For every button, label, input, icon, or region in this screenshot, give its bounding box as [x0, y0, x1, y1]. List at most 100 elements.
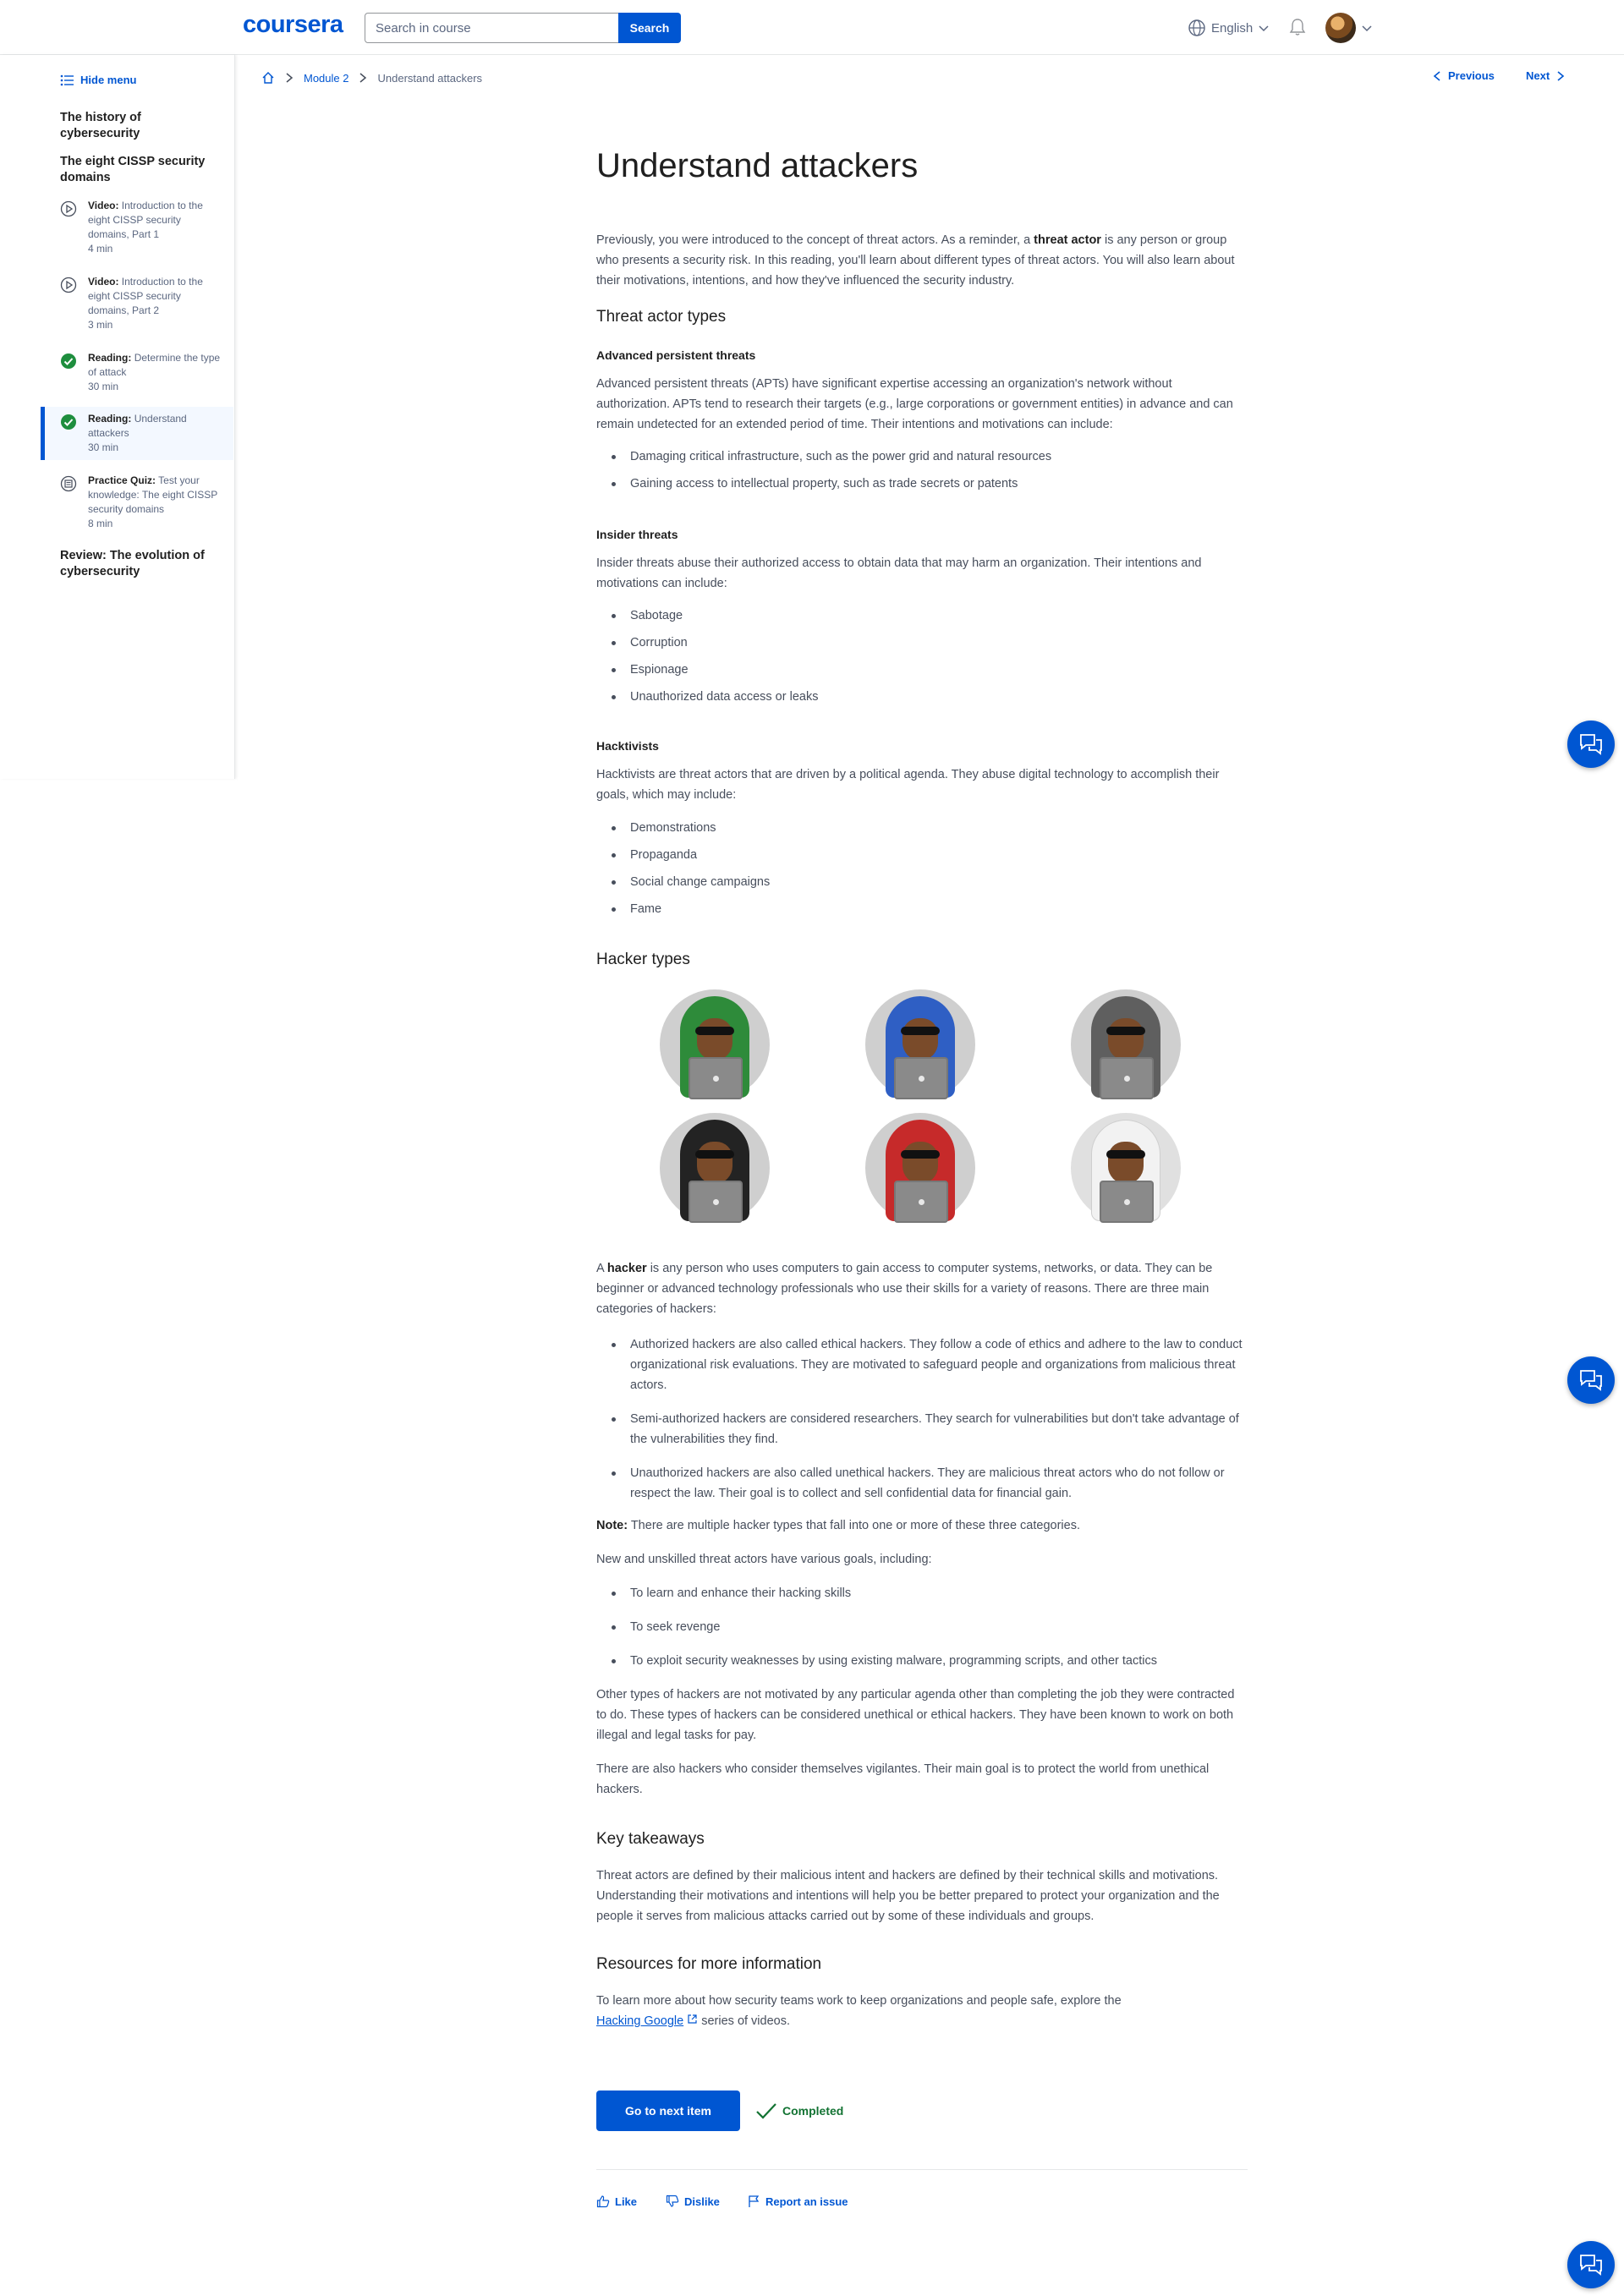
sidebar-item-practice-quiz[interactable]: Practice Quiz: Test your knowledge: The …: [42, 474, 235, 531]
quiz-icon: [60, 475, 77, 492]
course-sidebar: Hide menu The history of cybersecurity T…: [0, 55, 235, 779]
chevron-down-icon: [1259, 25, 1269, 32]
list-icon: [60, 74, 74, 85]
thumbs-down-icon: [666, 2195, 679, 2207]
thumbs-up-icon: [596, 2195, 610, 2208]
heading-apt: Advanced persistent threats: [596, 348, 756, 362]
coursera-logo[interactable]: coursera: [243, 11, 343, 39]
like-button[interactable]: Like: [596, 2195, 637, 2208]
vigilantes-paragraph: There are also hackers who consider them…: [596, 1762, 1210, 1796]
chat-assistant-button[interactable]: [1567, 2241, 1615, 2288]
list-item: Damaging critical infrastructure, such a…: [612, 447, 1248, 467]
list-item: Corruption: [612, 633, 1248, 653]
heading-threat-actor-types: Threat actor types: [596, 308, 727, 326]
list-item: Espionage: [612, 660, 1248, 680]
list-item: Unauthorized hackers are also called une…: [612, 1463, 1248, 1504]
play-icon: [60, 200, 77, 217]
sidebar-item-video-part1[interactable]: Video: Introduction to the eight CISSP s…: [42, 199, 235, 256]
item-duration: 8 min: [88, 518, 113, 529]
notification-bell-icon[interactable]: [1288, 17, 1307, 37]
checkmark-icon: [756, 2103, 776, 2119]
hacker-avatar-red: [865, 1113, 979, 1226]
item-duration: 30 min: [88, 381, 119, 392]
insider-list: Sabotage Corruption Espionage Unauthoriz…: [596, 606, 1248, 707]
hacktivists-list: Demonstrations Propaganda Social change …: [596, 818, 1248, 919]
sidebar-item-video-part2[interactable]: Video: Introduction to the eight CISSP s…: [42, 275, 235, 332]
go-to-next-item-button[interactable]: Go to next item: [596, 2091, 740, 2131]
flag-icon: [749, 2195, 760, 2207]
play-icon: [60, 277, 77, 293]
hacking-google-link[interactable]: Hacking Google: [596, 2014, 683, 2028]
sidebar-item-determine-attack[interactable]: Reading: Determine the type of attack 30…: [42, 351, 235, 394]
completed-status: Completed: [755, 2101, 843, 2120]
list-item: To exploit security weaknesses by using …: [612, 1651, 1248, 1671]
list-item: Sabotage: [612, 606, 1248, 626]
chat-icon: [1580, 734, 1602, 755]
sidebar-section-review[interactable]: Review: The evolution of cybersecurity: [60, 548, 221, 580]
chevron-down-icon: [1362, 25, 1372, 32]
check-circle-icon: [61, 353, 76, 369]
item-type: Reading:: [88, 352, 132, 364]
avatar: [1325, 13, 1356, 43]
search-button[interactable]: Search: [618, 13, 681, 43]
other-hackers-paragraph: Other types of hackers are not motivated…: [596, 1688, 1235, 1742]
list-item: To seek revenge: [612, 1617, 1248, 1637]
breadcrumb: Module 2 Understand attackers: [261, 71, 482, 85]
home-icon[interactable]: [261, 71, 275, 85]
hacktivists-paragraph: Hacktivists are threat actors that are d…: [596, 768, 1220, 802]
sidebar-section-history[interactable]: The history of cybersecurity: [60, 110, 221, 142]
term-threat-actor: threat actor: [1034, 233, 1101, 247]
breadcrumb-module[interactable]: Module 2: [304, 72, 348, 85]
item-type: Video:: [88, 276, 119, 288]
list-item: Fame: [612, 899, 1248, 919]
heading-insider: Insider threats: [596, 528, 678, 541]
hacker-avatar-gray: [1071, 989, 1184, 1103]
report-issue-label: Report an issue: [765, 2195, 848, 2208]
heading-key-takeaways: Key takeaways: [596, 1830, 705, 1848]
breadcrumb-current: Understand attackers: [377, 71, 483, 85]
hacker-avatar-white: [1071, 1113, 1184, 1226]
takeaways-paragraph: Threat actors are defined by their malic…: [596, 1869, 1220, 1923]
dislike-label: Dislike: [684, 2195, 720, 2208]
hacker-avatar-black: [660, 1113, 773, 1226]
user-menu[interactable]: [1325, 13, 1373, 43]
top-bar: coursera Search English: [0, 0, 1624, 55]
list-item: Propaganda: [612, 845, 1248, 865]
insider-paragraph: Insider threats abuse their authorized a…: [596, 556, 1202, 590]
hide-menu-button[interactable]: Hide menu: [60, 74, 136, 86]
chevron-left-icon: [1433, 70, 1440, 81]
hacker-avatar-green: [660, 989, 773, 1103]
new-actors-paragraph: New and unskilled threat actors have var…: [596, 1553, 932, 1566]
search-input[interactable]: [365, 13, 619, 43]
item-duration: 3 min: [88, 319, 113, 331]
chat-assistant-button[interactable]: [1567, 721, 1615, 768]
list-item: Demonstrations: [612, 818, 1248, 838]
apt-paragraph: Advanced persistent threats (APTs) have …: [596, 377, 1233, 431]
language-label: English: [1211, 20, 1254, 36]
previous-button[interactable]: Previous: [1433, 69, 1495, 82]
sidebar-section-cissp[interactable]: The eight CISSP security domains: [60, 154, 221, 186]
like-label: Like: [615, 2195, 638, 2208]
list-item: Authorized hackers are also called ethic…: [612, 1334, 1248, 1395]
hacker-avatar-blue: [865, 989, 979, 1103]
hacker-definition-paragraph: A hacker is any person who uses computer…: [596, 1262, 1213, 1316]
report-issue-button[interactable]: Report an issue: [747, 2195, 848, 2208]
dislike-button[interactable]: Dislike: [666, 2195, 720, 2208]
list-item: To learn and enhance their hacking skill…: [612, 1583, 1248, 1603]
list-item: Social change campaigns: [612, 872, 1248, 892]
list-item: Gaining access to intellectual property,…: [612, 474, 1248, 494]
item-duration: 30 min: [88, 441, 119, 453]
language-selector[interactable]: English: [1188, 17, 1270, 39]
next-label: Next: [1526, 69, 1550, 82]
hacker-types-illustration: [660, 989, 1184, 1243]
page-title: Understand attackers: [596, 147, 919, 184]
note-paragraph: Note: There are multiple hacker types th…: [596, 1519, 1080, 1532]
next-button[interactable]: Next: [1526, 69, 1565, 82]
sidebar-item-understand-attackers[interactable]: Reading: Understand attackers 30 min: [41, 407, 233, 460]
completed-label: Completed: [782, 2104, 844, 2118]
check-circle-icon: [61, 414, 76, 430]
apt-list: Damaging critical infrastructure, such a…: [596, 447, 1248, 494]
item-type: Reading:: [88, 413, 132, 425]
heading-hacker-types: Hacker types: [596, 951, 690, 968]
chat-assistant-button[interactable]: [1567, 1356, 1615, 1404]
